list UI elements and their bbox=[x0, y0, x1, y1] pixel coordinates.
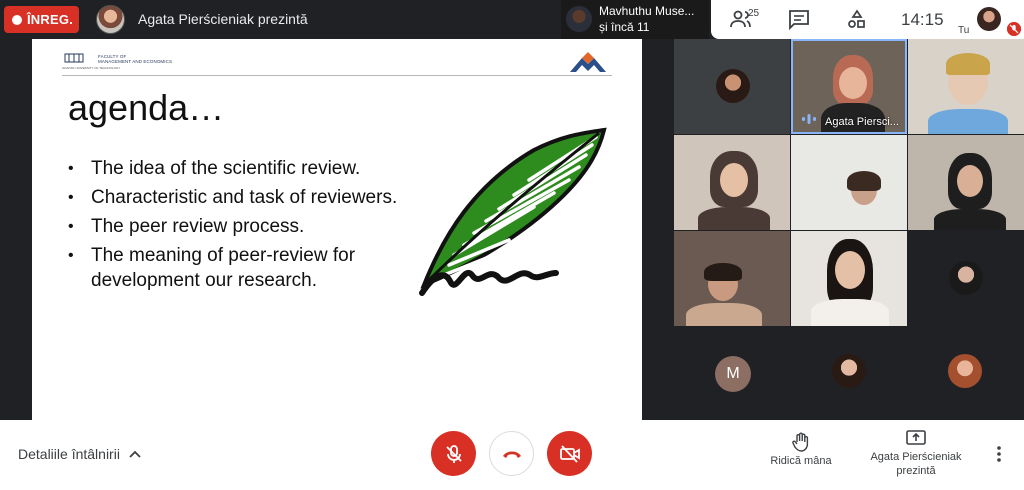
video-hair bbox=[946, 53, 990, 75]
present-label-1: Agata Pierścieniak bbox=[870, 451, 962, 463]
mic-toggle-button[interactable] bbox=[431, 431, 476, 476]
mic-off-icon bbox=[445, 444, 462, 463]
present-label-2: prezintă bbox=[896, 465, 936, 477]
agenda-list: The idea of the scientific review. Chara… bbox=[68, 156, 408, 297]
camera-toggle-button[interactable] bbox=[547, 431, 592, 476]
video-hair bbox=[847, 171, 881, 191]
present-button[interactable]: Agata Pierścieniak prezintă bbox=[866, 430, 966, 478]
faculty-line-2: MANAGEMENT AND ECONOMICS bbox=[98, 59, 173, 64]
raise-hand-button[interactable]: Ridică mâna bbox=[767, 432, 835, 467]
faculty-name: FACULTY OF MANAGEMENT AND ECONOMICS bbox=[98, 54, 172, 64]
bottom-bar: Detaliile întâlnirii Ridică mâna Agata P… bbox=[0, 420, 1024, 490]
participant-tile[interactable] bbox=[791, 231, 907, 326]
agenda-item: The idea of the scientific review. bbox=[68, 156, 408, 181]
top-bar: ÎNREG. Agata Pierścieniak prezintă Mavhu… bbox=[0, 0, 1024, 39]
participant-tile[interactable] bbox=[908, 231, 1024, 326]
clock: 14:15 bbox=[901, 10, 944, 29]
avatar bbox=[716, 69, 750, 103]
present-screen-icon bbox=[906, 430, 926, 445]
agenda-item: Characteristic and task of reviewers. bbox=[68, 185, 408, 210]
chevron-up-icon bbox=[129, 450, 141, 458]
pinned-name: Mavhuthu Muse... bbox=[599, 4, 695, 18]
meeting-details-label: Detaliile întâlnirii bbox=[18, 446, 120, 462]
video-face bbox=[720, 163, 748, 197]
video-face bbox=[839, 67, 867, 99]
university-name: GDANSK UNIVERSITY OF TECHNOLOGY bbox=[62, 66, 121, 70]
agenda-item: The meaning of peer-review for developme… bbox=[68, 243, 408, 293]
avatar-initial: M bbox=[715, 356, 751, 392]
header-divider bbox=[62, 75, 612, 76]
chat-icon[interactable] bbox=[787, 8, 811, 30]
pinned-more-count: și încă 11 bbox=[599, 20, 650, 34]
video-body bbox=[698, 207, 770, 230]
recording-label: ÎNREG. bbox=[27, 12, 73, 27]
participant-tile-active-speaker[interactable]: Agata Piersci... bbox=[791, 39, 907, 134]
participant-tile[interactable] bbox=[674, 231, 790, 326]
video-hair bbox=[704, 263, 742, 281]
slide: FACULTY OF MANAGEMENT AND ECONOMICS GDAN… bbox=[32, 39, 642, 420]
presenter-title: Agata Pierścieniak prezintă bbox=[138, 11, 308, 27]
activities-icon[interactable] bbox=[845, 8, 869, 30]
camera-off-icon bbox=[559, 444, 580, 463]
avatar bbox=[948, 354, 982, 388]
meeting-details-button[interactable]: Detaliile întâlnirii bbox=[18, 446, 141, 462]
video-body bbox=[934, 209, 1006, 230]
participant-tile[interactable] bbox=[908, 39, 1024, 134]
raise-hand-label: Ridică mâna bbox=[770, 455, 832, 467]
self-label: Tu bbox=[958, 25, 970, 36]
self-mic-off-icon bbox=[1007, 22, 1021, 36]
faculty-logo bbox=[570, 52, 606, 72]
end-call-icon bbox=[502, 451, 521, 458]
end-call-button[interactable] bbox=[489, 431, 534, 476]
participant-tile[interactable] bbox=[674, 135, 790, 230]
slide-title: agenda… bbox=[68, 87, 225, 128]
participant-tile[interactable]: M bbox=[674, 327, 790, 422]
self-avatar[interactable] bbox=[977, 7, 1001, 31]
participant-tile[interactable] bbox=[908, 327, 1024, 422]
video-face bbox=[957, 165, 983, 197]
top-right-panel: 25 14:15 Tu bbox=[711, 0, 1024, 39]
feather-icon bbox=[419, 127, 607, 296]
people-count: 25 bbox=[748, 8, 760, 19]
avatar bbox=[832, 354, 866, 388]
presentation-area: FACULTY OF MANAGEMENT AND ECONOMICS GDAN… bbox=[0, 39, 673, 420]
video-face bbox=[835, 251, 865, 289]
speaking-icon bbox=[802, 114, 816, 124]
more-vert-icon[interactable] bbox=[991, 444, 1007, 464]
video-body bbox=[928, 109, 1008, 134]
participant-tile[interactable] bbox=[908, 135, 1024, 230]
participant-tile[interactable] bbox=[791, 135, 907, 230]
video-body bbox=[811, 299, 889, 326]
pinned-avatar bbox=[566, 6, 592, 32]
pinned-participant-tile[interactable]: Mavhuthu Muse... și încă 11 bbox=[561, 0, 709, 39]
university-logo bbox=[64, 53, 84, 63]
participant-grid: Agata Piersci... M bbox=[674, 39, 1024, 422]
raise-hand-icon bbox=[792, 432, 809, 452]
recording-badge[interactable]: ÎNREG. bbox=[4, 6, 79, 33]
video-body bbox=[686, 303, 762, 326]
meet-app: ÎNREG. Agata Pierścieniak prezintă Mavhu… bbox=[0, 0, 1024, 490]
avatar bbox=[949, 261, 983, 295]
participant-tile[interactable] bbox=[791, 327, 907, 422]
presenter-avatar bbox=[96, 5, 125, 34]
agenda-item: The peer review process. bbox=[68, 214, 408, 239]
speaker-label: Agata Piersci... bbox=[825, 116, 899, 128]
participant-tile[interactable] bbox=[674, 39, 790, 134]
record-dot-icon bbox=[12, 14, 22, 25]
